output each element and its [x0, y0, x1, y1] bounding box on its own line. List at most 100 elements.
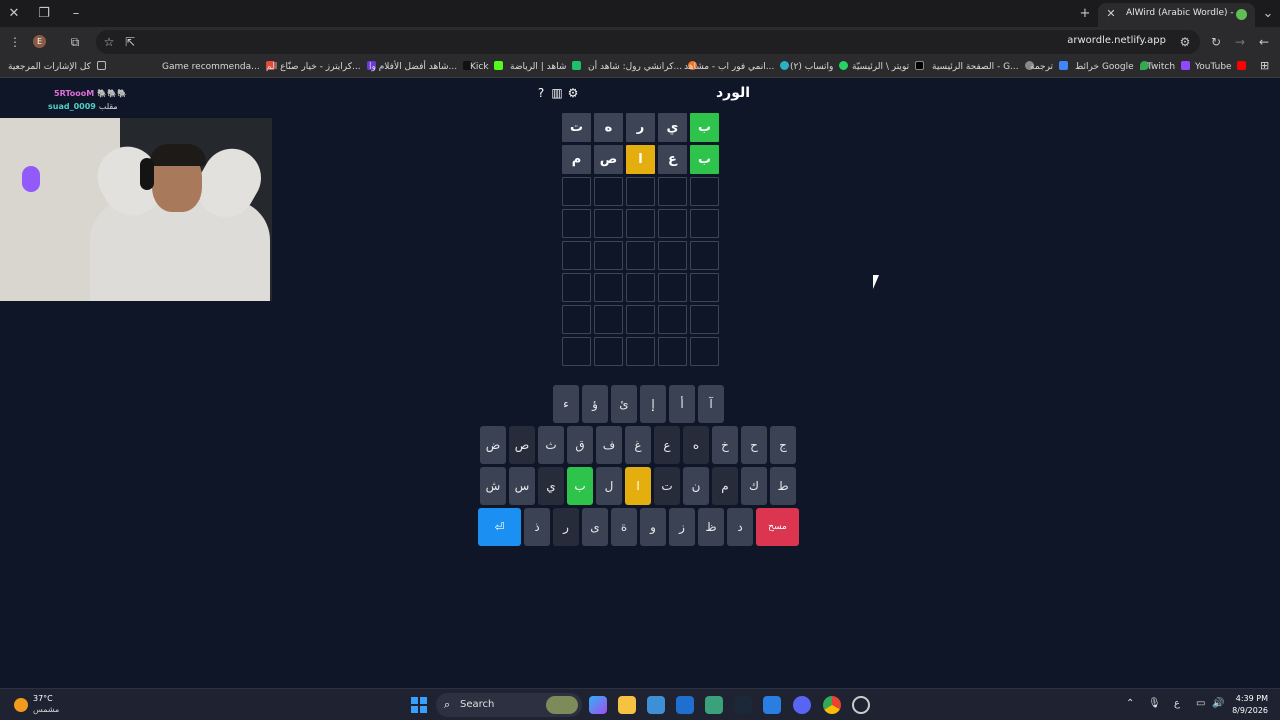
key-button[interactable]: ؤ — [582, 385, 608, 423]
system-clock[interactable]: 4:39 PM 8/9/2026 — [1232, 693, 1268, 717]
chrome-icon[interactable] — [823, 696, 841, 714]
key-button[interactable]: س — [509, 467, 535, 505]
apps-grid-icon[interactable]: ⊞ — [1260, 59, 1269, 72]
stats-icon[interactable]: ▥ — [550, 86, 564, 100]
start-button[interactable] — [411, 697, 427, 713]
share-icon[interactable]: ⇱ — [121, 33, 139, 51]
menu-icon[interactable]: ⋮ — [6, 33, 24, 51]
key-button[interactable]: ش — [480, 467, 506, 505]
bookmark-label: كرانشي رول: شاهد أن... — [588, 62, 683, 72]
key-button[interactable]: ر — [553, 508, 579, 546]
bookmark-shahid-movies[interactable]: شاهد أفضل الأفلام وا... — [369, 61, 472, 72]
volume-icon[interactable]: 🔊 — [1212, 698, 1224, 709]
reload-icon[interactable]: ↻ — [1207, 33, 1225, 51]
bookmark-anime[interactable]: انمي فور اب - مشاهد... — [684, 61, 790, 72]
store-icon[interactable] — [676, 696, 694, 714]
app-icon[interactable] — [852, 696, 870, 714]
bookmark-home[interactable]: الصفحة الرئيسية - G... — [932, 61, 1034, 72]
tray-overflow-icon[interactable]: ⌃ — [1126, 698, 1134, 709]
profile-avatar[interactable]: E — [33, 35, 46, 48]
photos-icon[interactable] — [647, 696, 665, 714]
settings-icon[interactable]: ⚙ — [566, 86, 580, 100]
new-tab-icon[interactable]: + — [1075, 4, 1095, 24]
key-button[interactable]: ع — [654, 426, 680, 464]
tab-close-icon[interactable]: ✕ — [1102, 5, 1120, 23]
key-button[interactable]: ط — [770, 467, 796, 505]
key-button[interactable]: و — [640, 508, 666, 546]
browser-tab-active[interactable]: ✕ AlWird (Arabic Wordle) - الورد — [1098, 3, 1255, 27]
key-button[interactable]: ئ — [611, 385, 637, 423]
key-button[interactable]: ه — [683, 426, 709, 464]
discord-icon[interactable] — [793, 696, 811, 714]
delete-key-button[interactable]: مسح — [756, 508, 799, 546]
key-button[interactable]: ي — [538, 467, 564, 505]
x-icon — [914, 61, 924, 70]
tab-search-icon[interactable]: ⌄ — [1258, 4, 1278, 24]
key-button[interactable]: ز — [669, 508, 695, 546]
key-button[interactable]: إ — [640, 385, 666, 423]
key-button[interactable]: ذ — [524, 508, 550, 546]
bookmark-game[interactable]: Game recommenda... — [162, 61, 275, 72]
board-tile — [690, 209, 719, 238]
bookmark-all[interactable]: كل الإشارات المرجعية — [8, 61, 106, 72]
extensions-icon[interactable]: ⧉ — [66, 33, 84, 51]
key-button[interactable]: ن — [683, 467, 709, 505]
close-window-icon[interactable]: ✕ — [4, 4, 24, 24]
bookmark-shahid-sports[interactable]: شاهد | الرياضة — [510, 61, 582, 72]
key-button[interactable]: ب — [567, 467, 593, 505]
bookmark-star-icon[interactable]: ☆ — [100, 33, 118, 51]
key-button[interactable]: ص — [509, 426, 535, 464]
youtube-icon — [1237, 61, 1247, 70]
steam-icon[interactable] — [734, 696, 752, 714]
board-tile: ب — [690, 145, 719, 174]
bookmark-creators[interactable]: كرايترز - خيار صنّاع الم... — [266, 61, 376, 72]
copilot-icon[interactable] — [589, 696, 607, 714]
bookmark-translate[interactable]: ترجمة — [1030, 61, 1068, 72]
key-button[interactable]: ل — [596, 467, 622, 505]
key-button[interactable]: ظ — [698, 508, 724, 546]
key-button[interactable]: ف — [596, 426, 622, 464]
app-icon[interactable] — [705, 696, 723, 714]
key-button[interactable]: أ — [669, 385, 695, 423]
minimize-window-icon[interactable]: – — [66, 4, 86, 24]
key-button[interactable]: ك — [741, 467, 767, 505]
bookmark-twitch[interactable]: Twitch — [1147, 61, 1190, 72]
enter-key-button[interactable]: ⏎ — [478, 508, 521, 546]
restore-window-icon[interactable]: ❐ — [34, 4, 54, 24]
key-button[interactable]: ق — [567, 426, 593, 464]
site-settings-icon[interactable]: ⚙ — [1176, 33, 1194, 51]
bookmark-crunchyroll[interactable]: كرانشي رول: شاهد أن... — [588, 61, 697, 72]
key-button[interactable]: ى — [582, 508, 608, 546]
bookmark-youtube[interactable]: YouTube — [1195, 61, 1247, 72]
back-icon[interactable]: ← — [1255, 33, 1273, 51]
key-button[interactable]: خ — [712, 426, 738, 464]
key-button[interactable]: ض — [480, 426, 506, 464]
bookmark-whatsapp[interactable]: واتساب (٢) — [790, 61, 849, 72]
file-explorer-icon[interactable] — [618, 696, 636, 714]
bookmark-kick[interactable]: Kick — [470, 61, 504, 72]
taskbar-search[interactable]: ⌕ Search — [436, 693, 582, 717]
network-icon[interactable]: ▭ — [1196, 698, 1205, 709]
key-button[interactable]: غ — [625, 426, 651, 464]
tab-favicon-icon — [1236, 9, 1247, 20]
mail-icon[interactable] — [763, 696, 781, 714]
key-button[interactable]: آ — [698, 385, 724, 423]
address-bar[interactable]: ☆ ⇱ arwordle.netlify.app ⚙ — [96, 30, 1200, 54]
key-button[interactable]: ج — [770, 426, 796, 464]
input-language[interactable]: ع — [1174, 698, 1180, 709]
key-button[interactable]: ء — [553, 385, 579, 423]
bookmark-twitter[interactable]: تويتر \ الرئيسيّة — [852, 61, 924, 72]
key-button[interactable]: ت — [654, 467, 680, 505]
board-tile: ر — [626, 113, 655, 142]
key-button[interactable]: ث — [538, 426, 564, 464]
key-button[interactable]: م — [712, 467, 738, 505]
browser-tab-strip: ✕ ❐ – + ✕ AlWird (Arabic Wordle) - الورد… — [0, 0, 1280, 27]
key-button[interactable]: ح — [741, 426, 767, 464]
key-button[interactable]: ا — [625, 467, 651, 505]
key-button[interactable]: د — [727, 508, 753, 546]
forward-icon[interactable]: → — [1231, 33, 1249, 51]
bookmark-maps[interactable]: خرائط Google — [1075, 61, 1149, 72]
key-button[interactable]: ة — [611, 508, 637, 546]
help-icon[interactable]: ? — [534, 86, 548, 100]
microphone-icon[interactable]: 🎙 — [1148, 698, 1161, 709]
